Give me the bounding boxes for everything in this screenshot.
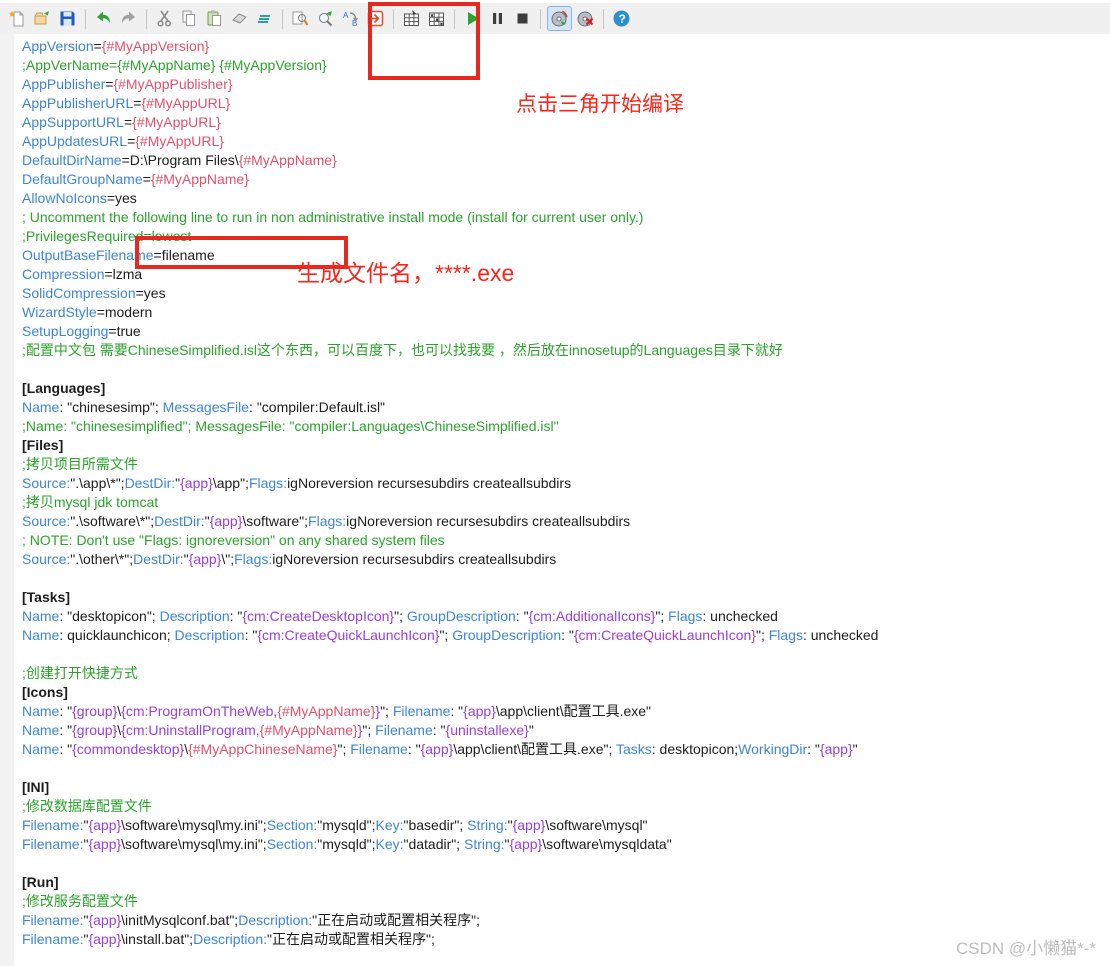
- target-setup-button[interactable]: [547, 6, 572, 31]
- code-line: Source:".\other\*";DestDir:"{app}\";Flag…: [22, 551, 557, 567]
- code-line: Filename:"{app}\software\mysql\my.ini";S…: [22, 817, 648, 833]
- help-button[interactable]: ?: [610, 7, 633, 30]
- target-uninstall-button[interactable]: [574, 7, 597, 30]
- paste-icon: [205, 9, 224, 28]
- delete-button[interactable]: [228, 7, 251, 30]
- find-next-button[interactable]: [314, 7, 337, 30]
- code-line: DefaultGroupName={#MyAppName}: [22, 171, 249, 187]
- code-line: AppUpdatesURL={#MyAppURL}: [22, 133, 224, 149]
- select-all-button[interactable]: [253, 7, 276, 30]
- find-next-icon: [316, 9, 335, 28]
- copy-button[interactable]: [178, 7, 201, 30]
- open-script-button[interactable]: [31, 7, 54, 30]
- code-line: ;修改数据库配置文件: [22, 798, 152, 814]
- replace-button[interactable]: AB: [339, 7, 362, 30]
- cut-button[interactable]: [153, 7, 176, 30]
- code-line: [Run]: [22, 874, 59, 890]
- help-icon: ?: [612, 9, 631, 28]
- filename-annotation: 生成文件名，****.exe: [297, 260, 515, 286]
- code-line: [INI]: [22, 779, 50, 795]
- toolbar: A B?: [0, 3, 1110, 34]
- cut-icon: [155, 9, 174, 28]
- code-line: Filename:"{app}\install.bat";Description…: [22, 931, 435, 947]
- new-script-button[interactable]: [6, 7, 29, 30]
- code-line: Filename:"{app}\software\mysql\my.ini";S…: [22, 836, 672, 852]
- code-line: [Files]: [22, 437, 64, 453]
- code-line: DefaultDirName=D:\Program Files\{#MyAppN…: [22, 152, 337, 168]
- save-icon: [58, 9, 77, 28]
- replace-icon: AB: [341, 9, 360, 28]
- code-line: ;Name: "chinesesimplified"; MessagesFile…: [22, 418, 559, 434]
- code-line: AllowNoIcons=yes: [22, 190, 137, 206]
- code-line: ;配置中文包 需要ChineseSimplified.isl这个东西，可以百度下…: [22, 342, 783, 358]
- undo-button[interactable]: [92, 7, 115, 30]
- code-line: ;拷贝项目所需文件: [22, 456, 138, 472]
- code-line: AppPublisherURL={#MyAppURL}: [22, 95, 231, 111]
- disc-icon: [550, 9, 569, 28]
- code-line: Name: "desktopicon"; Description: "{cm:C…: [22, 608, 778, 624]
- toolbar-separator: [282, 8, 283, 29]
- compile-annotation: 点击三角开始编译: [516, 93, 684, 116]
- save-script-button[interactable]: [56, 7, 79, 30]
- code-line: Source:".\app\*";DestDir:"{app}\app";Fla…: [22, 475, 572, 491]
- lines-icon: [255, 9, 274, 28]
- toolbar-separator: [603, 8, 604, 29]
- script-editor[interactable]: AppVersion={#MyAppVersion} ;AppVerName={#…: [22, 37, 878, 949]
- editor-gutter: [0, 34, 14, 966]
- code-line: [Tasks]: [22, 589, 70, 605]
- find-button[interactable]: [289, 7, 312, 30]
- terminate-button[interactable]: [511, 7, 534, 30]
- code-line: Name: "{group}\{cm:UninstallProgram,{#My…: [22, 722, 534, 738]
- toolbar-separator: [146, 8, 147, 29]
- code-line: Name: "chinesesimp"; MessagesFile: "comp…: [22, 399, 386, 415]
- stop-icon: [513, 9, 532, 28]
- code-line: Name: "{group}\{cm:ProgramOnTheWeb,{#MyA…: [22, 703, 652, 719]
- svg-text:?: ?: [619, 12, 626, 26]
- code-line: AppSupportURL={#MyAppURL}: [22, 114, 221, 130]
- eraser-icon: [230, 9, 249, 28]
- code-line: ;修改服务配置文件: [22, 893, 138, 909]
- compile-buttons-highlight-box: [368, 2, 480, 80]
- code-line: Filename:"{app}\initMysqlconf.bat";Descr…: [22, 912, 480, 928]
- toolbar-separator: [540, 8, 541, 29]
- code-line: Name: "{commondesktop}\{#MyAppChineseNam…: [22, 741, 858, 757]
- code-line: ;拷贝mysql jdk tomcat: [22, 494, 159, 510]
- code-line: ; NOTE: Don't use "Flags: ignoreversion"…: [22, 532, 445, 548]
- code-line: ; Uncomment the following line to run in…: [22, 209, 644, 225]
- new-file-icon: [8, 9, 27, 28]
- find-icon: [291, 9, 310, 28]
- code-line: [Languages]: [22, 380, 106, 396]
- redo-icon: [119, 9, 138, 28]
- toolbar-separator: [85, 8, 86, 29]
- copy-icon: [180, 9, 199, 28]
- code-line: Name: quicklaunchicon; Description: "{cm…: [22, 627, 879, 643]
- pause-button[interactable]: [486, 7, 509, 30]
- code-line: SetupLogging=true: [22, 323, 141, 339]
- redo-button[interactable]: [117, 7, 140, 30]
- svg-text:A: A: [343, 11, 349, 20]
- code-line: WizardStyle=modern: [22, 304, 153, 320]
- code-line: Source:".\software\*";DestDir:"{app}\sof…: [22, 513, 631, 529]
- code-line: [Icons]: [22, 684, 68, 700]
- paste-button[interactable]: [203, 7, 226, 30]
- code-line: ;创建打开快捷方式: [22, 665, 138, 681]
- pause-icon: [488, 9, 507, 28]
- watermark: CSDN @小懒猫*-*: [955, 939, 1096, 958]
- open-file-icon: [33, 9, 52, 28]
- disc-x-icon: [576, 9, 595, 28]
- undo-icon: [94, 9, 113, 28]
